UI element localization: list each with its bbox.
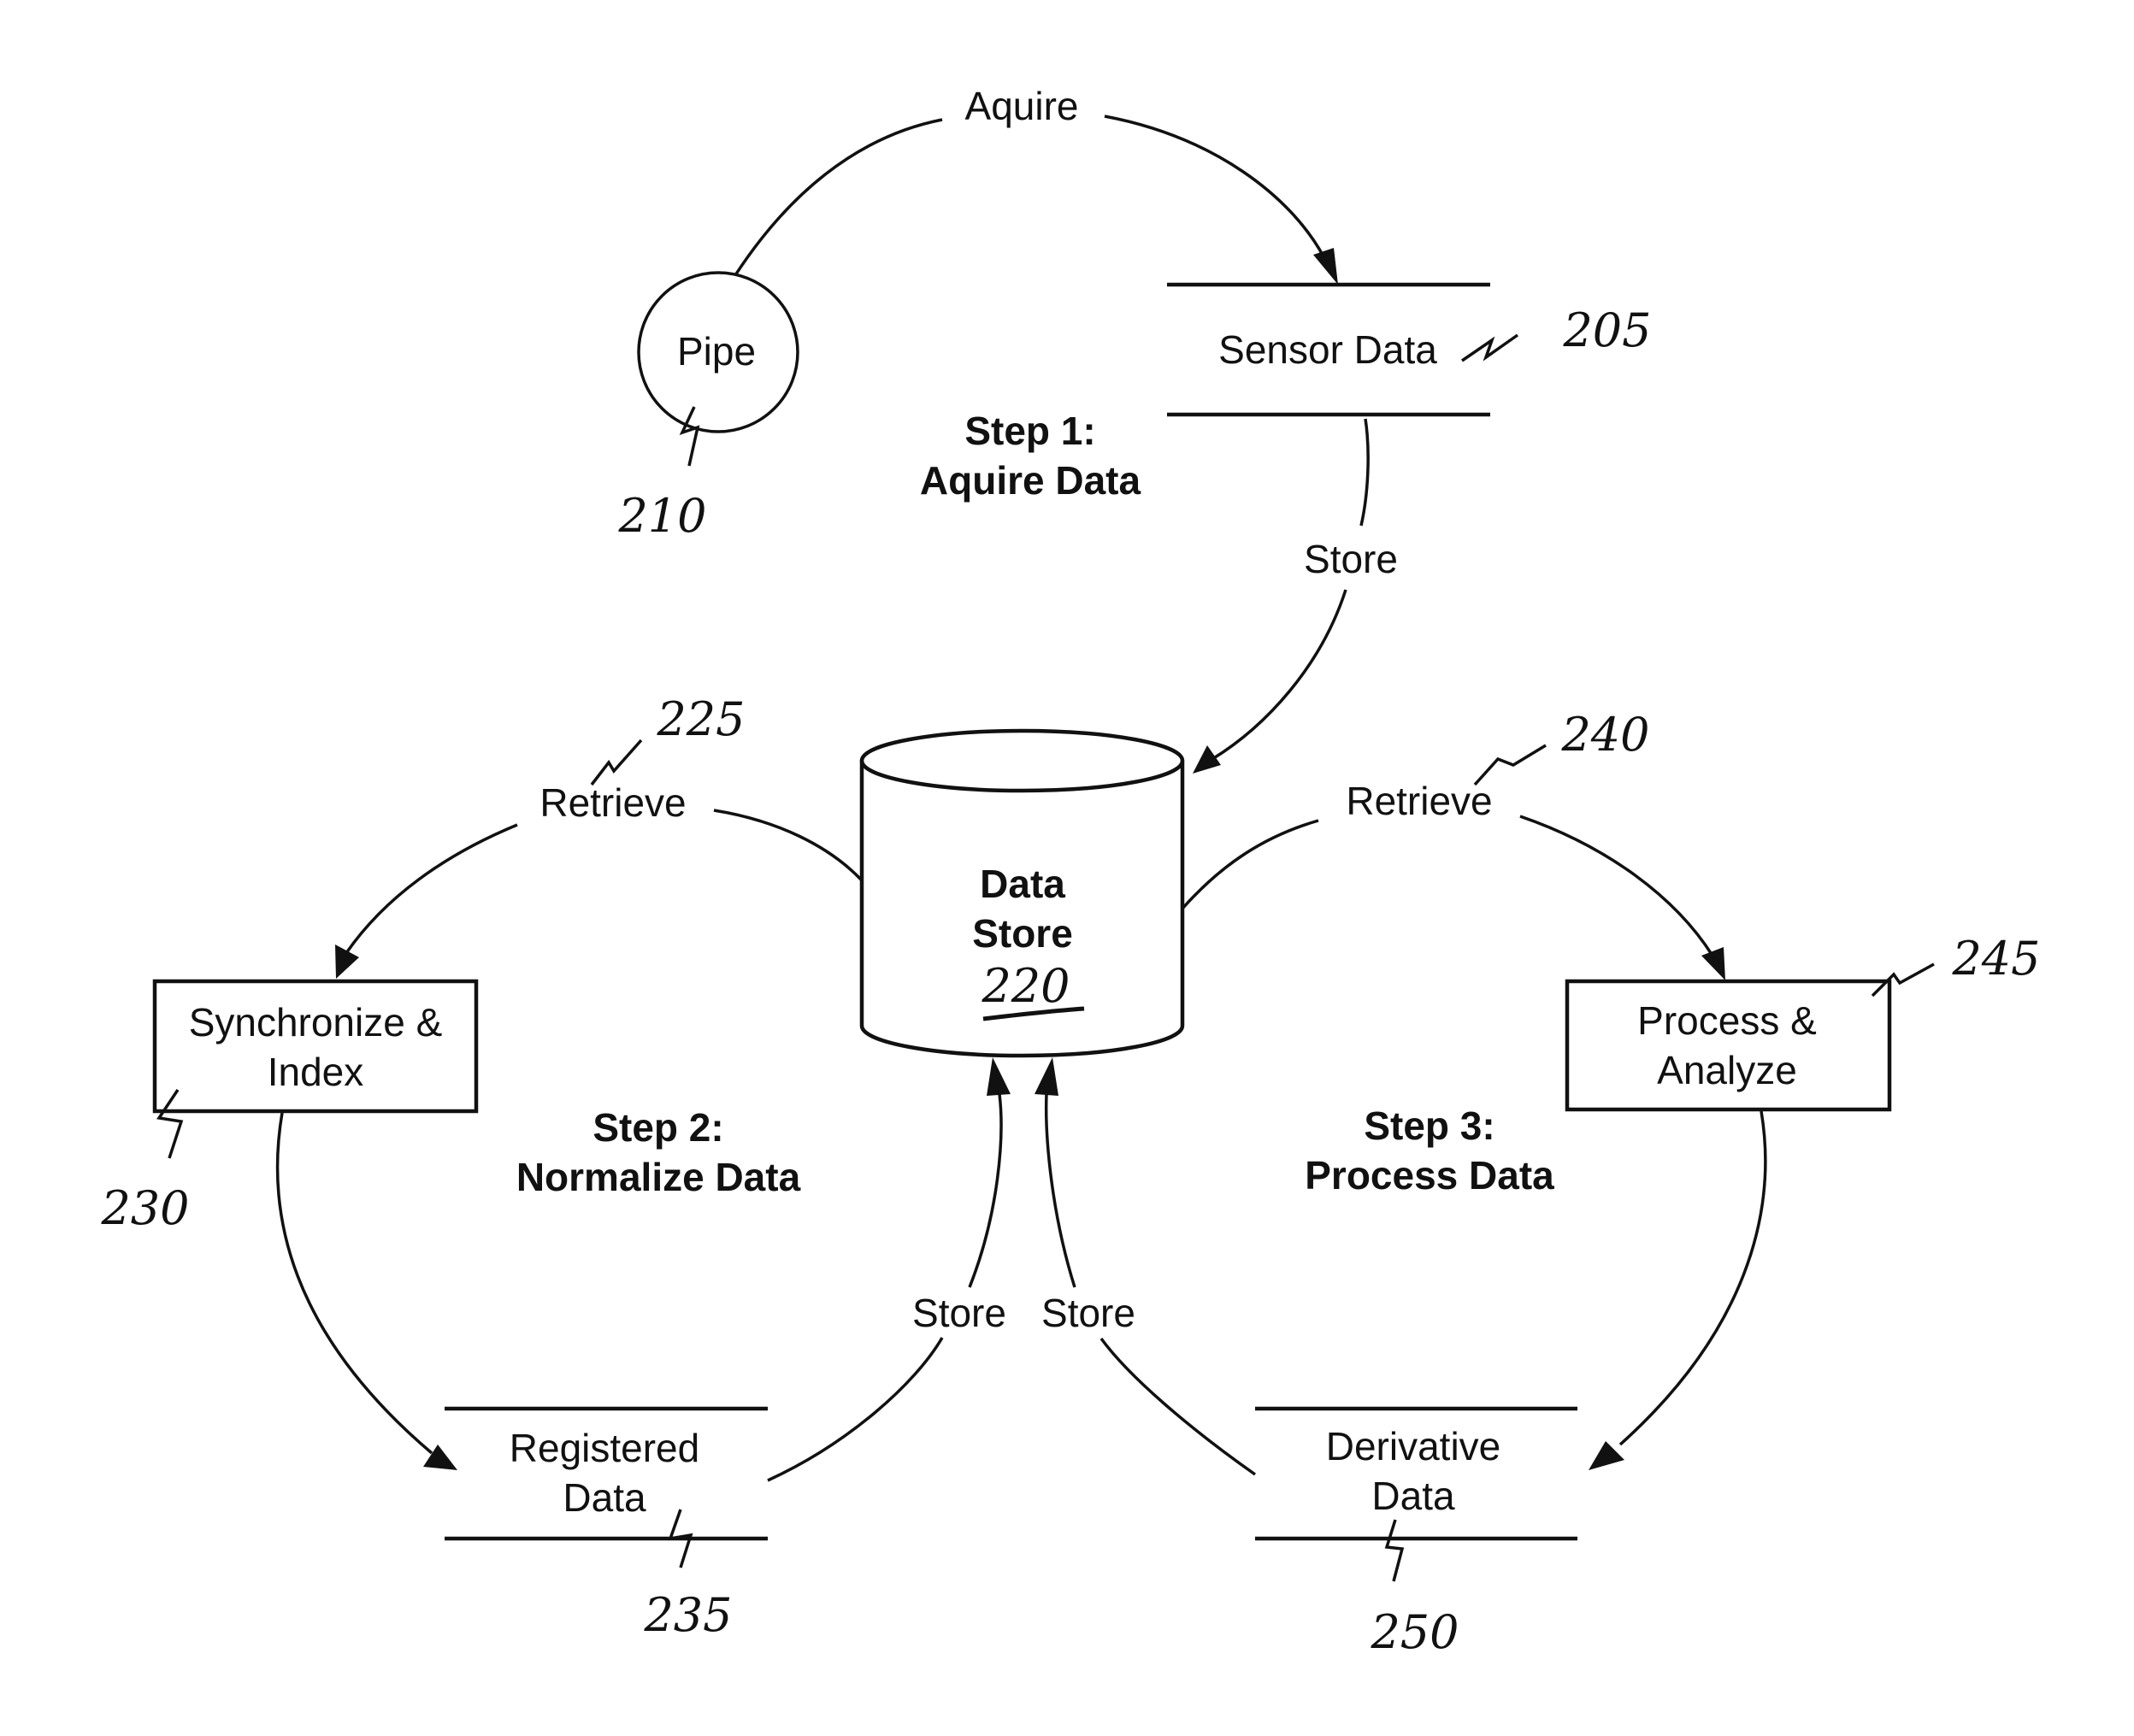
store-derivative-arrowhead bbox=[1035, 1057, 1058, 1096]
retrieve-left-arc-left bbox=[345, 823, 518, 954]
retrieve-right-arrowhead bbox=[1701, 947, 1725, 980]
step-3-subtitle: Process Data bbox=[1305, 1153, 1554, 1198]
derivative-data-ref-leader bbox=[1384, 1519, 1405, 1582]
step-1-label: Step 1: Aquire Data bbox=[920, 409, 1141, 503]
synchronize-label-line1: Synchronize & bbox=[189, 1000, 443, 1045]
step-2-subtitle: Normalize Data bbox=[516, 1155, 801, 1199]
sensor-data-ref-leader bbox=[1461, 333, 1519, 362]
acquire-arc-left bbox=[734, 118, 943, 276]
registered-data-ref: 235 bbox=[643, 1588, 732, 1642]
acquire-arc-right bbox=[1104, 115, 1325, 257]
retrieve-right-label: Retrieve bbox=[1346, 779, 1492, 823]
node-synchronize[interactable]: Synchronize & Index 230 bbox=[100, 979, 479, 1235]
pipe-ref-leader bbox=[679, 406, 700, 467]
store-sensor-arrowhead bbox=[1193, 745, 1221, 774]
edge-acquire: Aquire bbox=[734, 84, 1338, 285]
sensor-data-ref: 205 bbox=[1562, 303, 1651, 357]
edge-sync-to-registered bbox=[275, 1112, 457, 1470]
step-2-title: Step 2: bbox=[592, 1105, 723, 1150]
step-2-label: Step 2: Normalize Data bbox=[516, 1105, 801, 1199]
store-derivative-arc-bottom bbox=[1099, 1337, 1257, 1476]
retrieve-right-arc-right bbox=[1519, 815, 1714, 956]
retrieve-left-label: Retrieve bbox=[539, 780, 686, 825]
retrieve-left-arc-right bbox=[713, 809, 864, 882]
data-store-top bbox=[859, 728, 1185, 793]
node-data-store[interactable]: Data Store 220 bbox=[859, 728, 1185, 1058]
store-registered-arc-bottom bbox=[767, 1337, 944, 1482]
edge-store-registered: Store bbox=[767, 1057, 1011, 1482]
store-sensor-arc-bottom bbox=[1211, 589, 1347, 761]
node-process[interactable]: Process & Analyze 245 bbox=[1565, 932, 2041, 1112]
retrieve-right-ref: 240 bbox=[1560, 708, 1649, 762]
sync-to-registered-arc bbox=[275, 1112, 433, 1455]
derivative-data-label-line1: Derivative bbox=[1326, 1424, 1501, 1468]
acquire-label: Aquire bbox=[965, 84, 1079, 128]
pipe-ref: 210 bbox=[617, 489, 706, 543]
registered-data-label-line1: Registered bbox=[510, 1426, 699, 1470]
retrieve-left-ref-leader bbox=[590, 739, 643, 786]
store-registered-arrowhead bbox=[987, 1057, 1011, 1096]
acquire-arrowhead bbox=[1313, 248, 1338, 285]
process-label-line1: Process & bbox=[1637, 998, 1817, 1043]
store-registered-arc-top bbox=[968, 1093, 1003, 1288]
step-3-label: Step 3: Process Data bbox=[1305, 1103, 1554, 1198]
node-derivative-data[interactable]: Derivative Data 250 bbox=[1255, 1406, 1577, 1659]
store-sensor-label: Store bbox=[1304, 537, 1398, 581]
synchronize-label-line2: Index bbox=[268, 1050, 364, 1094]
step-3-title: Step 3: bbox=[1364, 1103, 1494, 1148]
workflow-diagram: Aquire Pipe 210 Sensor Data 205 Step 1: … bbox=[100, 84, 2041, 1659]
data-store-ref: 220 bbox=[981, 959, 1070, 1013]
retrieve-right-arc-left bbox=[1181, 819, 1319, 910]
node-pipe[interactable]: Pipe 210 bbox=[617, 271, 799, 543]
edge-retrieve-left: Retrieve 225 bbox=[335, 692, 864, 979]
node-registered-data[interactable]: Registered Data 235 bbox=[445, 1406, 768, 1642]
pipe-label: Pipe bbox=[677, 329, 756, 374]
store-registered-label: Store bbox=[912, 1291, 1006, 1335]
edge-store-derivative: Store bbox=[1035, 1057, 1257, 1476]
process-to-derivative-arc bbox=[1618, 1110, 1767, 1446]
step-1-title: Step 1: bbox=[964, 409, 1095, 453]
edge-retrieve-right: Retrieve 240 bbox=[1181, 708, 1725, 980]
sensor-data-label: Sensor Data bbox=[1218, 327, 1437, 372]
edge-process-to-derivative bbox=[1589, 1110, 1767, 1470]
data-store-label-line1: Data bbox=[980, 862, 1065, 906]
data-store-label-line2: Store bbox=[972, 911, 1073, 956]
registered-data-label-line2: Data bbox=[563, 1475, 646, 1520]
synchronize-ref-leader bbox=[156, 1089, 184, 1159]
step-1-subtitle: Aquire Data bbox=[920, 458, 1141, 503]
edge-store-sensor: Store bbox=[1193, 418, 1398, 774]
store-derivative-label: Store bbox=[1041, 1291, 1135, 1335]
retrieve-left-ref: 225 bbox=[656, 692, 745, 746]
synchronize-ref: 230 bbox=[100, 1181, 189, 1235]
store-sensor-arc-top bbox=[1359, 418, 1370, 527]
store-derivative-arc-top bbox=[1044, 1093, 1076, 1288]
process-label-line2: Analyze bbox=[1657, 1048, 1797, 1092]
process-to-derivative-arrowhead bbox=[1589, 1441, 1624, 1470]
node-sensor-data[interactable]: Sensor Data 205 bbox=[1167, 282, 1652, 417]
derivative-data-ref: 250 bbox=[1370, 1605, 1459, 1659]
derivative-data-label-line2: Data bbox=[1371, 1474, 1455, 1518]
process-ref: 245 bbox=[1951, 932, 2040, 986]
